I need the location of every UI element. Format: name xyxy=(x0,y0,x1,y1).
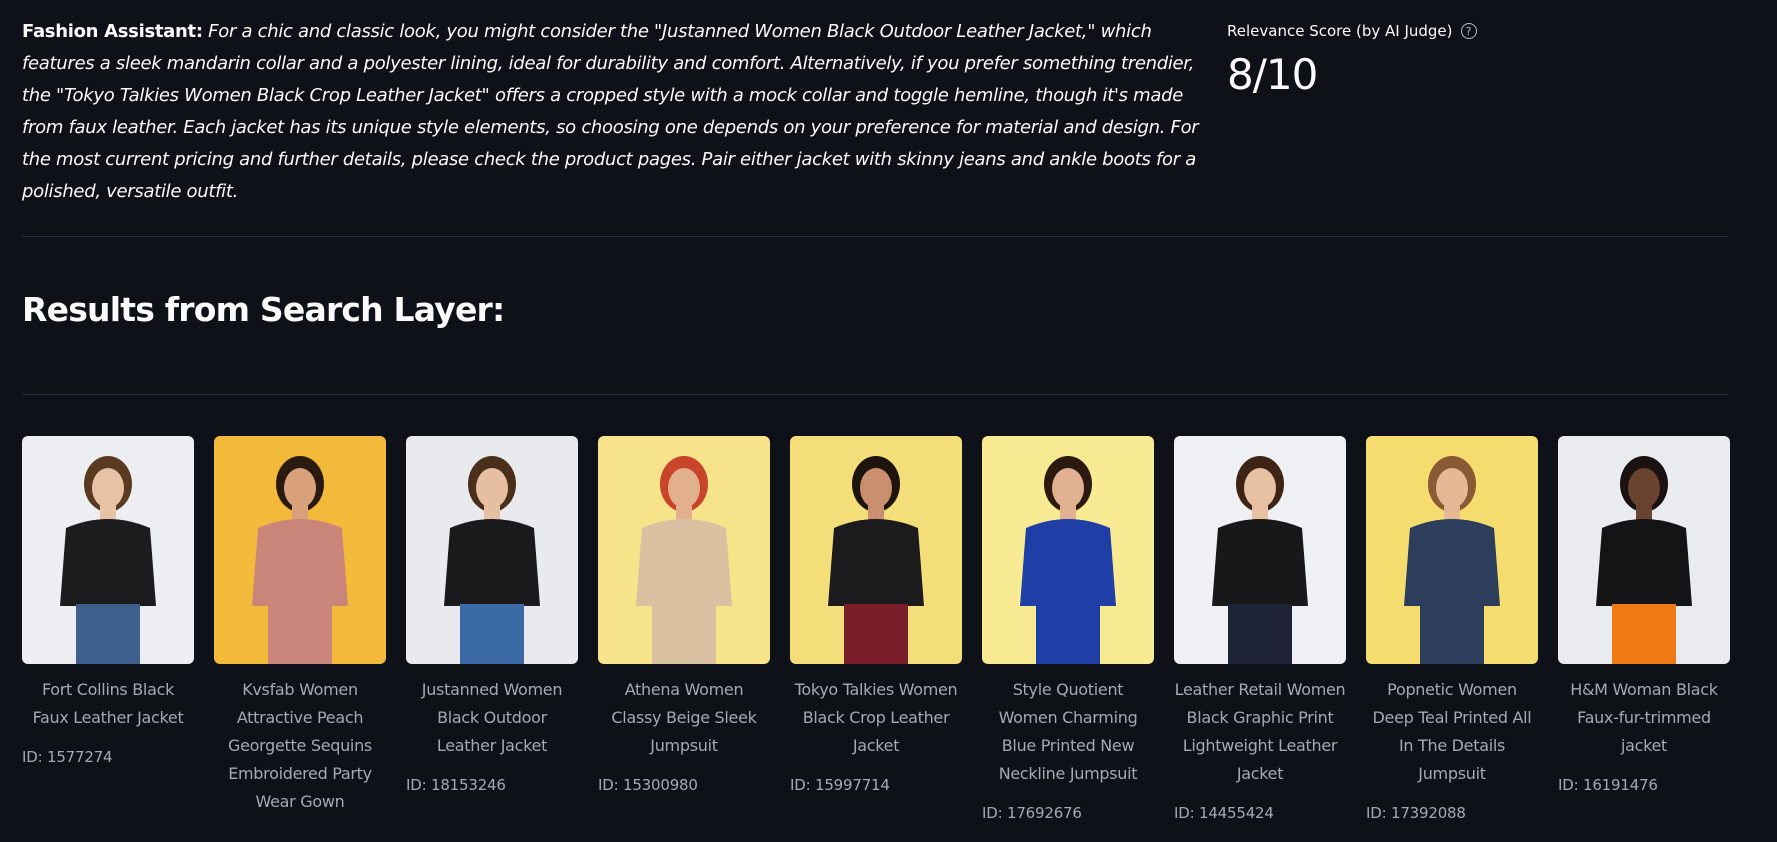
relevance-score-value: 8/10 xyxy=(1227,50,1318,99)
product-card[interactable]: Justanned Women Black Outdoor Leather Ja… xyxy=(406,436,578,832)
product-card[interactable]: H&M Woman Black Faux-fur-trimmed jacket I… xyxy=(1558,436,1730,832)
product-id: ID: 15300980 xyxy=(598,776,698,794)
assistant-message: For a chic and classic look, you might c… xyxy=(22,21,1199,202)
divider-top xyxy=(22,236,1729,237)
product-image[interactable] xyxy=(1174,436,1346,664)
product-id: ID: 14455424 xyxy=(1174,804,1274,822)
product-card[interactable]: Leather Retail Women Black Graphic Print… xyxy=(1174,436,1346,832)
relevance-score-label: Relevance Score (by AI Judge) xyxy=(1227,22,1453,40)
product-name: Justanned Women Black Outdoor Leather Ja… xyxy=(421,680,563,755)
product-id: ID: 15997714 xyxy=(790,776,890,794)
product-image[interactable] xyxy=(598,436,770,664)
product-card[interactable]: Kvsfab Women Attractive Peach Georgette … xyxy=(214,436,386,832)
product-name: Kvsfab Women Attractive Peach Georgette … xyxy=(228,680,372,811)
product-id: ID: 1577274 xyxy=(22,748,113,766)
product-id: ID: 18153246 xyxy=(406,776,506,794)
product-grid: Fort Collins Black Faux Leather Jacket ID… xyxy=(22,436,1730,832)
product-name: Popnetic Women Deep Teal Printed All In … xyxy=(1372,680,1532,783)
product-name: Leather Retail Women Black Graphic Print… xyxy=(1174,680,1346,783)
product-name: Tokyo Talkies Women Black Crop Leather J… xyxy=(794,680,958,755)
product-name: Athena Women Classy Beige Sleek Jumpsuit xyxy=(611,680,757,755)
product-id: ID: 17692676 xyxy=(982,804,1082,822)
assistant-response: Fashion Assistant: For a chic and classi… xyxy=(22,16,1202,208)
assistant-label: Fashion Assistant: xyxy=(22,21,203,42)
relevance-score-metric: Relevance Score (by AI Judge) ? 8/10 xyxy=(1227,18,1477,99)
divider-results xyxy=(22,394,1729,395)
relevance-score-header: Relevance Score (by AI Judge) ? xyxy=(1227,18,1477,44)
product-card[interactable]: Athena Women Classy Beige Sleek Jumpsuit… xyxy=(598,436,770,832)
question-circle-icon[interactable]: ? xyxy=(1460,23,1477,39)
results-title: Results from Search Layer: xyxy=(22,290,505,329)
product-card[interactable]: Fort Collins Black Faux Leather Jacket ID… xyxy=(22,436,194,832)
product-image[interactable] xyxy=(1558,436,1730,664)
product-image[interactable] xyxy=(22,436,194,664)
product-image[interactable] xyxy=(790,436,962,664)
product-image[interactable] xyxy=(1366,436,1538,664)
product-card[interactable]: Popnetic Women Deep Teal Printed All In … xyxy=(1366,436,1538,832)
product-image[interactable] xyxy=(982,436,1154,664)
product-id: ID: 17392088 xyxy=(1366,804,1466,822)
product-name: Fort Collins Black Faux Leather Jacket xyxy=(32,680,184,727)
product-name: Style Quotient Women Charming Blue Print… xyxy=(998,680,1138,783)
product-card[interactable]: Style Quotient Women Charming Blue Print… xyxy=(982,436,1154,832)
product-card[interactable]: Tokyo Talkies Women Black Crop Leather J… xyxy=(790,436,962,832)
product-image[interactable] xyxy=(406,436,578,664)
product-id: ID: 16191476 xyxy=(1558,776,1658,794)
product-image[interactable] xyxy=(214,436,386,664)
product-name: H&M Woman Black Faux-fur-trimmed jacket xyxy=(1570,680,1718,755)
